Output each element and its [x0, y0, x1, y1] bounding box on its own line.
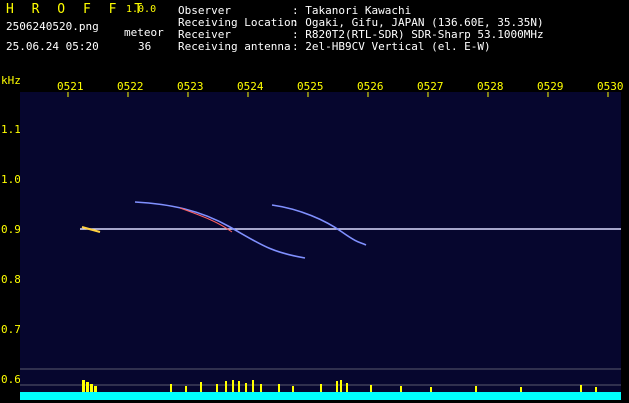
noise-floor: [20, 392, 621, 400]
info-antenna-label: Receiving antenna: [178, 40, 291, 53]
y-tick: 0.9: [1, 223, 21, 236]
meteor-trail: [134, 201, 306, 259]
y-tick: 0.6: [1, 373, 21, 386]
file-name: 2506240520.png: [6, 20, 99, 33]
detection-count: 36: [138, 40, 152, 53]
x-tick-marks: [67, 92, 609, 97]
info-antenna-value: : 2el-HB9CV Vertical (el. E-W): [292, 40, 491, 53]
y-axis-unit: kHz: [1, 74, 21, 87]
y-tick: 1.1: [1, 123, 21, 136]
detection-label: meteor: [124, 26, 164, 39]
app-version: 1.0.0: [126, 4, 157, 15]
level-bars: [82, 380, 597, 392]
y-tick: 0.7: [1, 323, 21, 336]
spectrogram-canvas: [20, 92, 621, 400]
y-tick: 0.8: [1, 273, 21, 286]
date-time: 25.06.24 05:20: [6, 40, 99, 53]
spectrogram: [20, 92, 621, 400]
y-tick: 1.0: [1, 173, 21, 186]
meteor-trail: [271, 204, 367, 246]
